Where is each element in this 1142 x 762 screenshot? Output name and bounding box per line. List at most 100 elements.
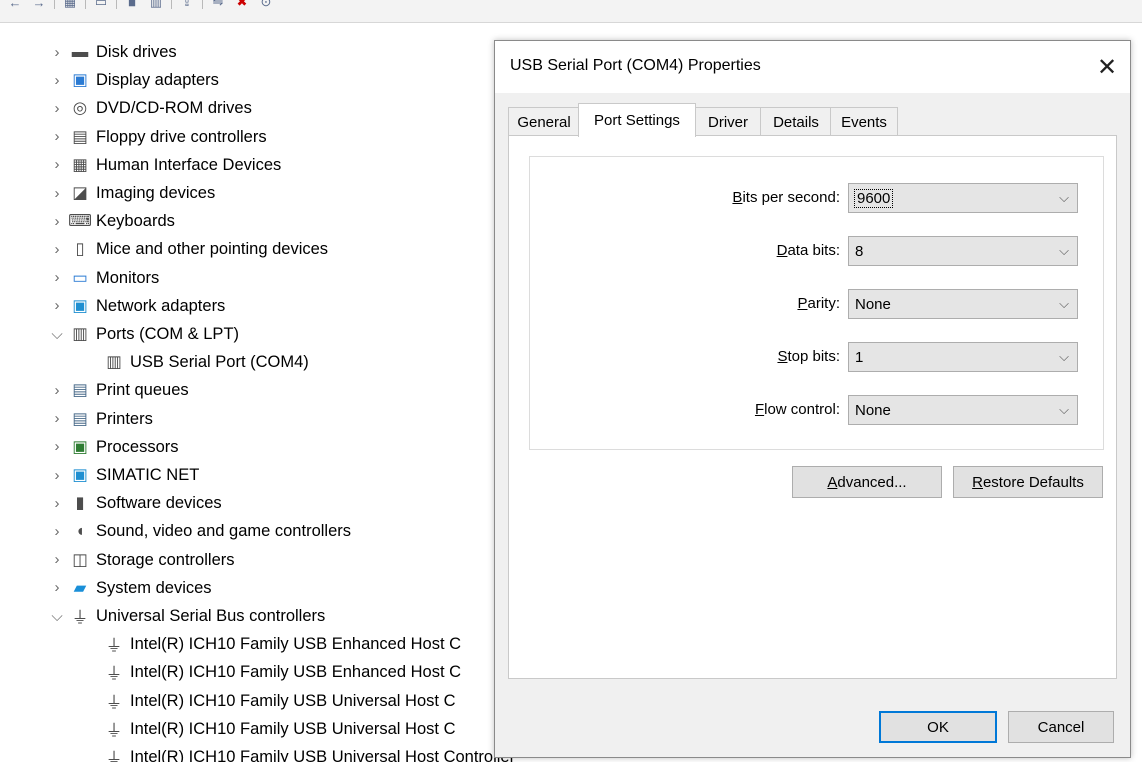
scan-hardware-icon[interactable]: ▥ xyxy=(147,0,165,9)
tree-item-label: Mice and other pointing devices xyxy=(96,240,329,259)
show-hidden-icon[interactable]: ■ xyxy=(123,0,141,10)
chevron-right-icon[interactable]: › xyxy=(48,151,66,179)
chevron-right-icon[interactable]: › xyxy=(48,574,66,602)
tree-category-item[interactable]: › ▣ Display adapters xyxy=(48,66,219,94)
tree-item-label: Imaging devices xyxy=(96,184,216,202)
tree-item-label: Processors xyxy=(96,437,179,456)
chevron-right-icon[interactable]: › xyxy=(48,546,66,574)
chevron-right-icon[interactable]: › xyxy=(48,94,66,122)
chevron-right-icon[interactable]: › xyxy=(48,517,66,545)
tree-category-item[interactable]: › ▯ Mice and other pointing devices xyxy=(48,235,329,263)
chevron-right-icon[interactable]: › xyxy=(48,235,66,263)
dialog-titlebar[interactable]: USB Serial Port (COM4) Properties ✕ xyxy=(495,41,1130,93)
tree-item-label: Sound, video and game controllers xyxy=(96,522,351,541)
advanced-button[interactable]: Advanced... xyxy=(792,466,942,498)
imaging-device-icon: ◪ xyxy=(72,184,88,202)
dvd-drive-icon: ◎ xyxy=(72,99,88,118)
ok-button[interactable]: OK xyxy=(879,711,997,743)
toolbar-separator xyxy=(171,0,172,9)
chevron-down-icon: ⌵ xyxy=(1059,296,1069,311)
tree-item-label: Intel(R) ICH10 Family USB Enhanced Host … xyxy=(130,663,462,682)
tree-child-item[interactable]: ⏚ Intel(R) ICH10 Family USB Enhanced Host… xyxy=(100,658,461,686)
chevron-right-icon[interactable]: › xyxy=(48,40,66,66)
uninstall-icon[interactable]: ✖ xyxy=(233,0,251,9)
tree-child-item[interactable]: ▥ USB Serial Port (COM4) xyxy=(100,348,309,376)
chevron-right-icon[interactable]: › xyxy=(48,264,66,292)
tree-child-item[interactable]: ⏚ Intel(R) ICH10 Family USB Universal Hos… xyxy=(100,715,456,743)
tree-item-label: Display adapters xyxy=(96,71,219,90)
tree-category-item[interactable]: › ◪ Imaging devices xyxy=(48,179,216,207)
tree-item-label: Floppy drive controllers xyxy=(96,127,267,146)
tree-category-item[interactable]: › ▮ Software devices xyxy=(48,489,222,517)
cancel-button[interactable]: Cancel xyxy=(1008,711,1114,743)
properties-icon[interactable]: ▦ xyxy=(61,0,79,9)
tree-category-item[interactable]: › ▬ Disk drives xyxy=(48,40,177,66)
back-arrow-icon[interactable]: ← xyxy=(6,0,24,10)
chevron-down-icon: ⌵ xyxy=(1059,190,1069,205)
help-icon[interactable]: ▭ xyxy=(92,0,110,9)
usb-icon: ⏚ xyxy=(71,609,89,627)
chevron-right-icon[interactable]: › xyxy=(48,461,66,489)
keyboard-icon: ⌨ xyxy=(68,212,92,231)
tree-child-item[interactable]: ⏚ Intel(R) ICH10 Family USB Universal Hos… xyxy=(100,743,520,762)
forward-arrow-icon[interactable]: → xyxy=(30,0,48,10)
update-driver-icon[interactable]: ⇪ xyxy=(178,0,196,9)
tree-category-item[interactable]: › ◖ Sound, video and game controllers xyxy=(48,517,352,545)
chevron-right-icon[interactable]: › xyxy=(48,376,66,404)
restore-defaults-button[interactable]: Restore Defaults xyxy=(953,466,1103,498)
tab-events[interactable]: Events xyxy=(830,107,898,136)
port-settings-group: Bits per second: 9600 ⌵ Data bits: 8 ⌵ Par… xyxy=(529,156,1104,450)
flow-control-select[interactable]: None ⌵ xyxy=(848,395,1078,425)
chevron-right-icon[interactable]: › xyxy=(48,179,66,207)
chevron-right-icon[interactable]: › xyxy=(48,207,66,235)
tree-category-item[interactable]: › ▰ System devices xyxy=(48,574,212,602)
storage-controller-icon: ◫ xyxy=(72,550,88,569)
bits-per-second-select[interactable]: 9600 ⌵ xyxy=(848,183,1078,213)
bits-per-second-label: Bits per second: xyxy=(732,189,840,206)
tree-category-item[interactable]: › ▣ Network adapters xyxy=(48,292,226,320)
tab-general[interactable]: General xyxy=(508,107,580,136)
tree-category-item[interactable]: › ▤ Floppy drive controllers xyxy=(48,123,267,151)
chevron-right-icon[interactable]: › xyxy=(48,433,66,461)
tree-category-item[interactable]: › ▣ Processors xyxy=(48,433,179,461)
chevron-down-icon[interactable]: ⌵ xyxy=(48,602,66,630)
disable-device-icon[interactable]: ⇋ xyxy=(209,0,227,9)
stop-bits-select[interactable]: 1 ⌵ xyxy=(848,342,1078,372)
tab-driver[interactable]: Driver xyxy=(694,107,762,136)
tree-item-label: Intel(R) ICH10 Family USB Universal Host… xyxy=(130,719,456,738)
tree-category-item[interactable]: › ◎ DVD/CD-ROM drives xyxy=(48,94,252,122)
stop-bits-value: 1 xyxy=(855,348,864,366)
chevron-right-icon[interactable]: › xyxy=(48,489,66,517)
tree-item-label: System devices xyxy=(96,578,212,597)
tree-category-item[interactable]: › ▤ Print queues xyxy=(48,376,189,404)
toolbar-separator xyxy=(54,0,55,9)
tree-child-item[interactable]: ⏚ Intel(R) ICH10 Family USB Enhanced Host… xyxy=(100,630,461,658)
tree-category-item[interactable]: › ⌨ Keyboards xyxy=(48,207,175,235)
tree-category-item[interactable]: › ◫ Storage controllers xyxy=(48,546,235,574)
download-icon[interactable]: ⊙ xyxy=(257,0,275,9)
disk-drive-icon: ▬ xyxy=(71,42,89,61)
tab-port-settings[interactable]: Port Settings xyxy=(578,103,696,137)
chevron-right-icon[interactable]: › xyxy=(48,292,66,320)
tree-child-item[interactable]: ⏚ Intel(R) ICH10 Family USB Universal Hos… xyxy=(100,687,456,715)
chevron-right-icon[interactable]: › xyxy=(48,405,66,433)
parity-value: None xyxy=(855,295,891,313)
tree-category-item[interactable]: › ▭ Monitors xyxy=(48,264,160,292)
tree-category-item[interactable]: ⌵ ⏚ Universal Serial Bus controllers xyxy=(48,602,325,630)
data-bits-select[interactable]: 8 ⌵ xyxy=(848,236,1078,266)
dialog-title: USB Serial Port (COM4) Properties xyxy=(510,57,761,74)
parity-select[interactable]: None ⌵ xyxy=(848,289,1078,319)
tab-details[interactable]: Details xyxy=(760,107,832,136)
tree-item-label: Software devices xyxy=(96,494,222,513)
chevron-down-icon: ⌵ xyxy=(1059,243,1069,258)
tree-category-item[interactable]: › ▦ Human Interface Devices xyxy=(48,151,282,179)
close-icon[interactable]: ✕ xyxy=(1084,41,1130,93)
chevron-right-icon[interactable]: › xyxy=(48,123,66,151)
tree-category-item[interactable]: › ▣ SIMATIC NET xyxy=(48,461,200,489)
flow-control-label: Flow control: xyxy=(754,401,840,418)
chevron-down-icon[interactable]: ⌵ xyxy=(48,320,66,348)
parity-label: Parity: xyxy=(797,295,840,312)
tree-category-item[interactable]: › ▤ Printers xyxy=(48,405,153,433)
chevron-right-icon[interactable]: › xyxy=(48,66,66,94)
tree-category-item[interactable]: ⌵ ▥ Ports (COM & LPT) xyxy=(48,320,239,348)
